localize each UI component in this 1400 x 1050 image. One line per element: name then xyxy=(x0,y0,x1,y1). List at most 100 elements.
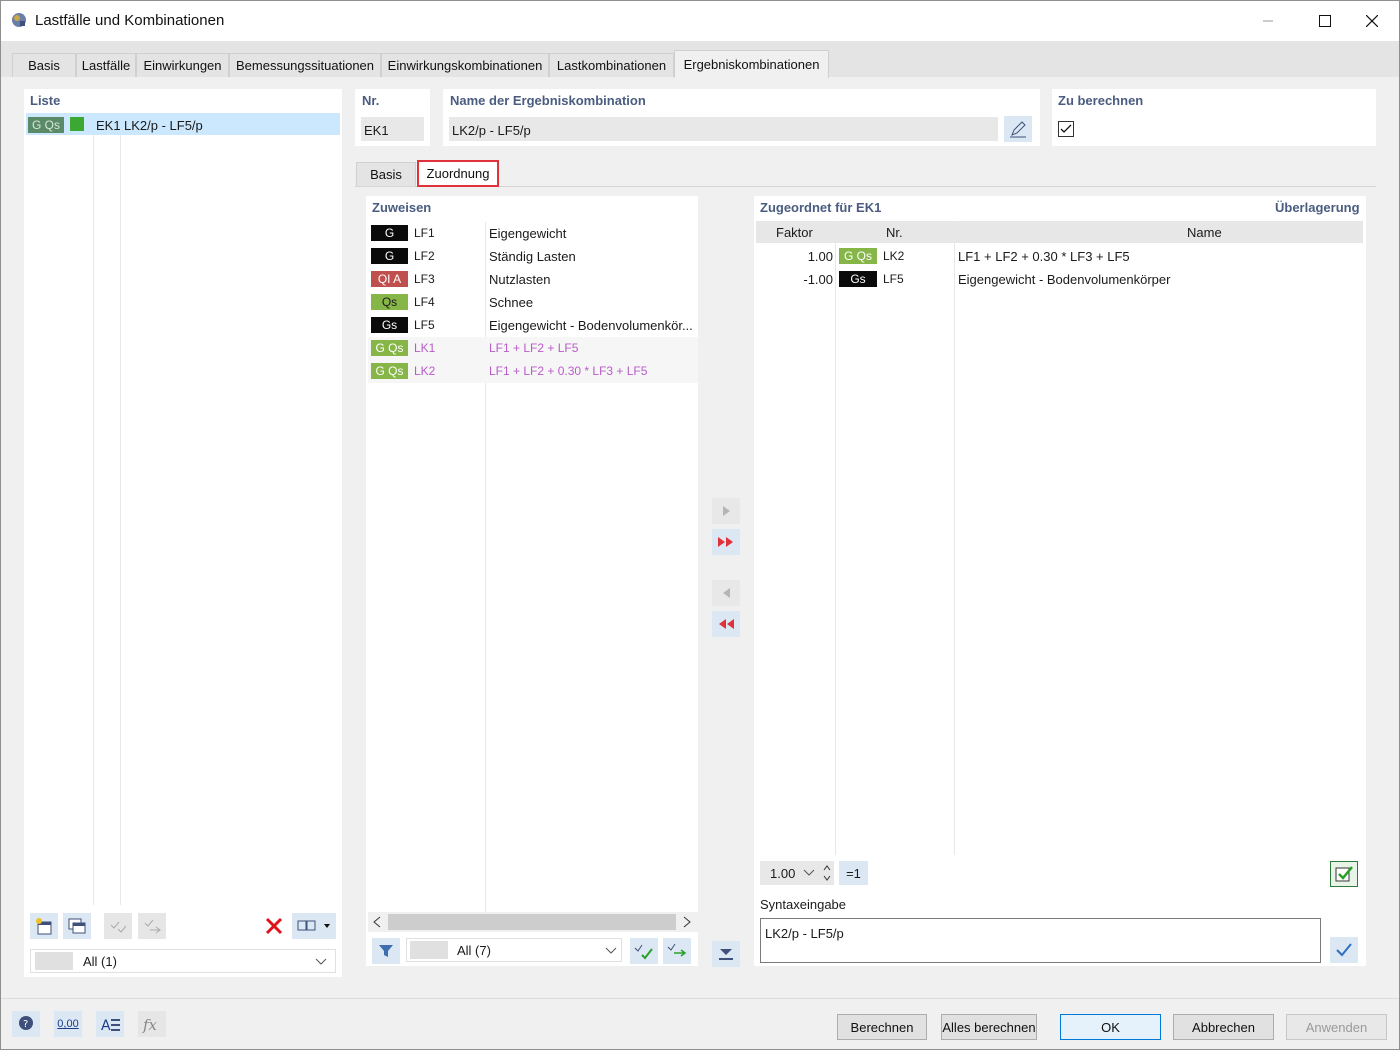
remove-all-button[interactable] xyxy=(712,611,740,637)
table-header xyxy=(756,221,1363,243)
horizontal-scrollbar[interactable] xyxy=(368,912,698,932)
cancel-button[interactable]: Abbrechen xyxy=(1173,1014,1274,1040)
tab-basis[interactable]: Basis xyxy=(12,53,76,77)
filter-swatch xyxy=(410,941,448,959)
zuweisen-filter-dropdown[interactable]: All (7) xyxy=(406,938,622,962)
type-badge: QI A xyxy=(371,271,408,287)
item-id: LK2 xyxy=(414,364,436,378)
item-name: Eigengewicht xyxy=(489,226,567,241)
type-badge: G xyxy=(371,248,408,264)
window-title: Lastfälle und Kombinationen xyxy=(35,12,225,29)
delete-button[interactable] xyxy=(260,913,288,939)
move-to-bottom-button[interactable] xyxy=(712,941,740,967)
zuweisen-title: Zuweisen xyxy=(372,200,432,215)
view-options-icon xyxy=(297,920,330,931)
invert-selection-button[interactable] xyxy=(663,938,691,964)
help-button[interactable]: ? xyxy=(12,1011,40,1037)
chevron-down-icon xyxy=(803,869,815,876)
svg-text:fx: fx xyxy=(142,1016,158,1034)
item-name: LF1 + LF2 + LF5 xyxy=(489,341,579,355)
list-item-badge: G Qs xyxy=(28,117,64,133)
list-panel xyxy=(24,89,342,977)
name-label: Name der Ergebniskombination xyxy=(450,93,646,108)
units-button[interactable]: 0,00 xyxy=(54,1011,82,1037)
footer-divider xyxy=(1,998,1399,999)
item-name: Nutzlasten xyxy=(489,272,551,287)
formula-button[interactable]: fx xyxy=(138,1011,166,1037)
new-item-button[interactable] xyxy=(30,913,58,939)
syntax-apply-button[interactable] xyxy=(1330,937,1358,963)
filter-button[interactable] xyxy=(372,938,400,964)
select-all-button[interactable] xyxy=(630,938,658,964)
zugeordnet-title: Zugeordnet für EK1 xyxy=(760,200,882,215)
col-divider xyxy=(835,221,836,855)
maximize-button[interactable] xyxy=(1302,1,1348,41)
nr-cell: LK2 xyxy=(883,249,905,263)
apply-check-button[interactable] xyxy=(1330,861,1358,887)
overlay-label[interactable]: Überlagerung xyxy=(1275,200,1360,215)
assign-one-button[interactable] xyxy=(712,498,740,524)
type-badge: G Qs xyxy=(371,363,408,379)
assign-all-button[interactable] xyxy=(712,529,740,555)
view-options-button[interactable] xyxy=(292,913,336,939)
set-factor-one-button[interactable]: =1 xyxy=(839,861,868,885)
list-item-name: LK2/p - LF5/p xyxy=(124,118,203,133)
scrollbar-thumb[interactable] xyxy=(388,914,676,930)
alles-berechnen-button[interactable]: Alles berechnen xyxy=(941,1014,1037,1040)
check-all-button[interactable] xyxy=(104,913,132,939)
invert-check-button[interactable] xyxy=(138,913,166,939)
remove-one-button[interactable] xyxy=(712,580,740,606)
tab-lastfaelle[interactable]: Lastfälle xyxy=(76,53,136,77)
name-cell: LF1 + LF2 + 0.30 * LF3 + LF5 xyxy=(958,249,1130,264)
chevron-down-icon xyxy=(315,958,327,965)
subtab-zuordnung[interactable]: Zuordnung xyxy=(417,160,499,187)
calc-checkbox[interactable] xyxy=(1058,121,1074,137)
ok-button[interactable]: OK xyxy=(1060,1014,1161,1040)
close-icon xyxy=(1366,15,1378,27)
checkmark-icon xyxy=(1060,124,1072,133)
tab-ergebniskombinationen[interactable]: Ergebniskombinationen xyxy=(674,50,829,78)
svg-text:?: ? xyxy=(23,1019,28,1030)
name-value: LK2/p - LF5/p xyxy=(452,123,531,138)
tab-lastkombinationen[interactable]: Lastkombinationen xyxy=(549,53,674,77)
app-icon xyxy=(12,13,26,27)
type-badge: Gs xyxy=(371,317,408,333)
name-cell: Eigengewicht - Bodenvolumenkörper xyxy=(958,272,1171,287)
type-badge: G xyxy=(371,225,408,241)
tab-bemessungssituationen[interactable]: Bemessungssituationen xyxy=(229,53,381,77)
type-badge: Qs xyxy=(371,294,408,310)
list-title: Liste xyxy=(30,93,61,108)
text-format-button[interactable]: A xyxy=(96,1011,124,1037)
tab-einwirkungskombinationen[interactable]: Einwirkungskombinationen xyxy=(381,53,549,77)
factor-value: 1.00 xyxy=(770,865,796,881)
type-badge: Gs xyxy=(839,271,877,287)
tab-einwirkungen[interactable]: Einwirkungen xyxy=(136,53,229,77)
subtab-basis[interactable]: Basis xyxy=(356,162,416,186)
list-filter-dropdown[interactable]: All (1) xyxy=(30,949,336,973)
name-field[interactable]: LK2/p - LF5/p xyxy=(449,117,998,141)
item-id: LF2 xyxy=(414,249,435,263)
copy-item-button[interactable] xyxy=(63,913,91,939)
nr-field[interactable]: EK1 xyxy=(361,117,424,141)
berechnen-button[interactable]: Berechnen xyxy=(837,1014,927,1040)
nr-cell: LF5 xyxy=(883,272,904,286)
function-icon: fx xyxy=(142,1016,158,1034)
edit-name-button[interactable] xyxy=(1004,116,1032,142)
type-badge: G Qs xyxy=(371,340,408,356)
maximize-icon xyxy=(1319,15,1331,27)
syntax-value: LK2/p - LF5/p xyxy=(765,926,844,941)
factor-cell: 1.00 xyxy=(807,249,833,264)
list-item-id: EK1 xyxy=(96,118,121,133)
invert-check-icon xyxy=(144,919,161,934)
close-button[interactable] xyxy=(1349,1,1395,41)
svg-text:A: A xyxy=(101,1018,111,1034)
syntax-label: Syntaxeingabe xyxy=(760,897,847,912)
double-arrow-right-icon xyxy=(718,537,733,547)
factor-spinner[interactable]: 1.00 xyxy=(760,861,834,885)
apply-button[interactable]: Anwenden xyxy=(1286,1014,1387,1040)
col-header-nr: Nr. xyxy=(886,225,903,240)
syntax-input[interactable]: LK2/p - LF5/p xyxy=(760,918,1321,963)
item-name: Ständig Lasten xyxy=(489,249,576,264)
delete-icon xyxy=(265,917,283,935)
minimize-button[interactable] xyxy=(1245,1,1291,41)
